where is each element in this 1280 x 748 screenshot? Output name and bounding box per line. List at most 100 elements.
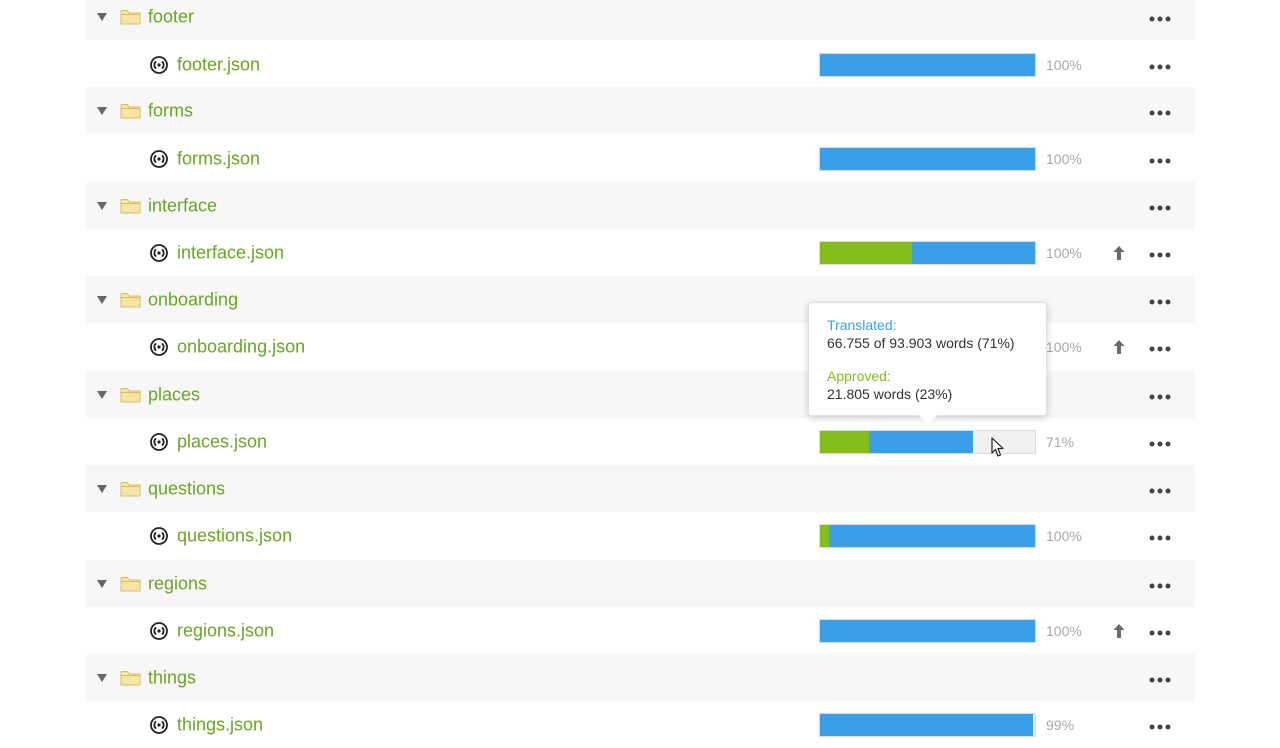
progress-translated — [820, 619, 1035, 642]
tooltip-arrow — [919, 415, 937, 424]
file-row: things.json 99% — [86, 701, 1195, 748]
more-options-icon[interactable] — [1149, 672, 1171, 682]
folder-icon — [120, 102, 141, 120]
more-options-icon[interactable] — [1149, 294, 1171, 304]
more-options-icon[interactable] — [1149, 625, 1171, 635]
folder-row: footer — [86, 0, 1195, 40]
folder-row: forms — [86, 87, 1195, 134]
progress-approved — [820, 524, 829, 547]
json-file-icon — [150, 55, 168, 74]
more-options-icon[interactable] — [1149, 153, 1171, 163]
file-name[interactable]: things.json — [177, 714, 263, 735]
progress-translated — [820, 147, 1035, 170]
more-options-icon[interactable] — [1149, 59, 1171, 69]
folder-row: interface — [86, 182, 1195, 229]
more-options-icon[interactable] — [1149, 436, 1171, 446]
tooltip-approved-label: Approved: — [827, 368, 891, 384]
folder-icon — [120, 386, 141, 404]
folder-name[interactable]: onboarding — [148, 289, 238, 310]
folder-name[interactable]: regions — [148, 573, 207, 594]
folder-icon — [120, 480, 141, 498]
file-name[interactable]: regions.json — [177, 620, 274, 641]
upload-arrow-icon[interactable] — [1113, 339, 1125, 355]
file-row: interface.json 100% — [86, 229, 1195, 276]
json-file-icon — [150, 621, 168, 640]
more-options-icon[interactable] — [1149, 578, 1171, 588]
triangle-down-icon[interactable] — [96, 200, 108, 212]
progress-translated — [820, 53, 1035, 76]
json-file-icon — [150, 337, 168, 356]
more-options-icon[interactable] — [1149, 719, 1171, 729]
folder-name[interactable]: interface — [148, 195, 217, 216]
triangle-down-icon[interactable] — [96, 483, 108, 495]
folder-icon — [120, 575, 141, 593]
upload-arrow-icon[interactable] — [1113, 245, 1125, 261]
progress-tooltip: Translated: 66.755 of 93.903 words (71%)… — [808, 302, 1047, 424]
triangle-down-icon[interactable] — [96, 294, 108, 306]
more-options-icon[interactable] — [1149, 530, 1171, 540]
json-file-icon — [150, 149, 168, 168]
upload-arrow-icon[interactable] — [1113, 623, 1125, 639]
folder-name[interactable]: questions — [148, 478, 225, 499]
more-options-icon[interactable] — [1149, 11, 1171, 21]
file-name[interactable]: forms.json — [177, 148, 260, 169]
folder-icon — [120, 669, 141, 687]
folder-row: regions — [86, 560, 1195, 607]
progress-translated — [820, 713, 1033, 736]
progress-bar[interactable] — [819, 240, 1036, 265]
progress-bar[interactable] — [819, 146, 1036, 171]
more-options-icon[interactable] — [1149, 389, 1171, 399]
progress-percent: 99% — [1046, 716, 1075, 733]
file-row: forms.json 100% — [86, 135, 1195, 182]
progress-percent: 100% — [1046, 622, 1082, 639]
file-name[interactable]: places.json — [177, 431, 267, 452]
progress-bar[interactable] — [819, 712, 1036, 737]
progress-bar[interactable] — [819, 52, 1036, 77]
folder-icon — [120, 291, 141, 309]
json-file-icon — [150, 715, 168, 734]
folder-name[interactable]: forms — [148, 100, 193, 121]
folder-name[interactable]: places — [148, 384, 200, 405]
triangle-down-icon[interactable] — [96, 105, 108, 117]
triangle-down-icon[interactable] — [96, 672, 108, 684]
more-options-icon[interactable] — [1149, 200, 1171, 210]
triangle-down-icon[interactable] — [96, 389, 108, 401]
progress-bar[interactable] — [819, 618, 1036, 643]
mouse-cursor-icon — [991, 437, 1004, 457]
file-name[interactable]: footer.json — [177, 54, 260, 75]
file-name[interactable]: interface.json — [177, 242, 284, 263]
more-options-icon[interactable] — [1149, 341, 1171, 351]
file-row: places.json 71% — [86, 418, 1195, 465]
progress-bar[interactable] — [819, 523, 1036, 548]
progress-translated — [820, 524, 1035, 547]
json-file-icon — [150, 432, 168, 451]
folder-name[interactable]: footer — [148, 6, 194, 27]
file-row: regions.json 100% — [86, 607, 1195, 654]
folder-row: things — [86, 654, 1195, 701]
folder-row: questions — [86, 465, 1195, 512]
progress-approved — [820, 430, 870, 453]
more-options-icon[interactable] — [1149, 105, 1171, 115]
progress-percent: 100% — [1046, 150, 1082, 167]
progress-percent: 100% — [1046, 56, 1082, 73]
progress-percent: 100% — [1046, 527, 1082, 544]
triangle-down-icon[interactable] — [96, 578, 108, 590]
file-name[interactable]: questions.json — [177, 525, 292, 546]
folder-icon — [120, 197, 141, 215]
tooltip-translated-value: 66.755 of 93.903 words (71%) — [827, 335, 1015, 351]
more-options-icon[interactable] — [1149, 247, 1171, 257]
triangle-down-icon[interactable] — [96, 11, 108, 23]
file-row: questions.json 100% — [86, 512, 1195, 559]
file-name[interactable]: onboarding.json — [177, 336, 305, 357]
folder-icon — [120, 8, 141, 26]
folder-name[interactable]: things — [148, 667, 196, 688]
json-file-icon — [150, 243, 168, 262]
tooltip-approved-value: 21.805 words (23%) — [827, 386, 953, 402]
progress-percent: 100% — [1046, 244, 1082, 261]
file-row: footer.json 100% — [86, 41, 1195, 88]
tooltip-translated-label: Translated: — [827, 317, 897, 333]
progress-percent: 71% — [1046, 433, 1075, 450]
more-options-icon[interactable] — [1149, 483, 1171, 493]
progress-percent: 100% — [1046, 338, 1082, 355]
json-file-icon — [150, 526, 168, 545]
